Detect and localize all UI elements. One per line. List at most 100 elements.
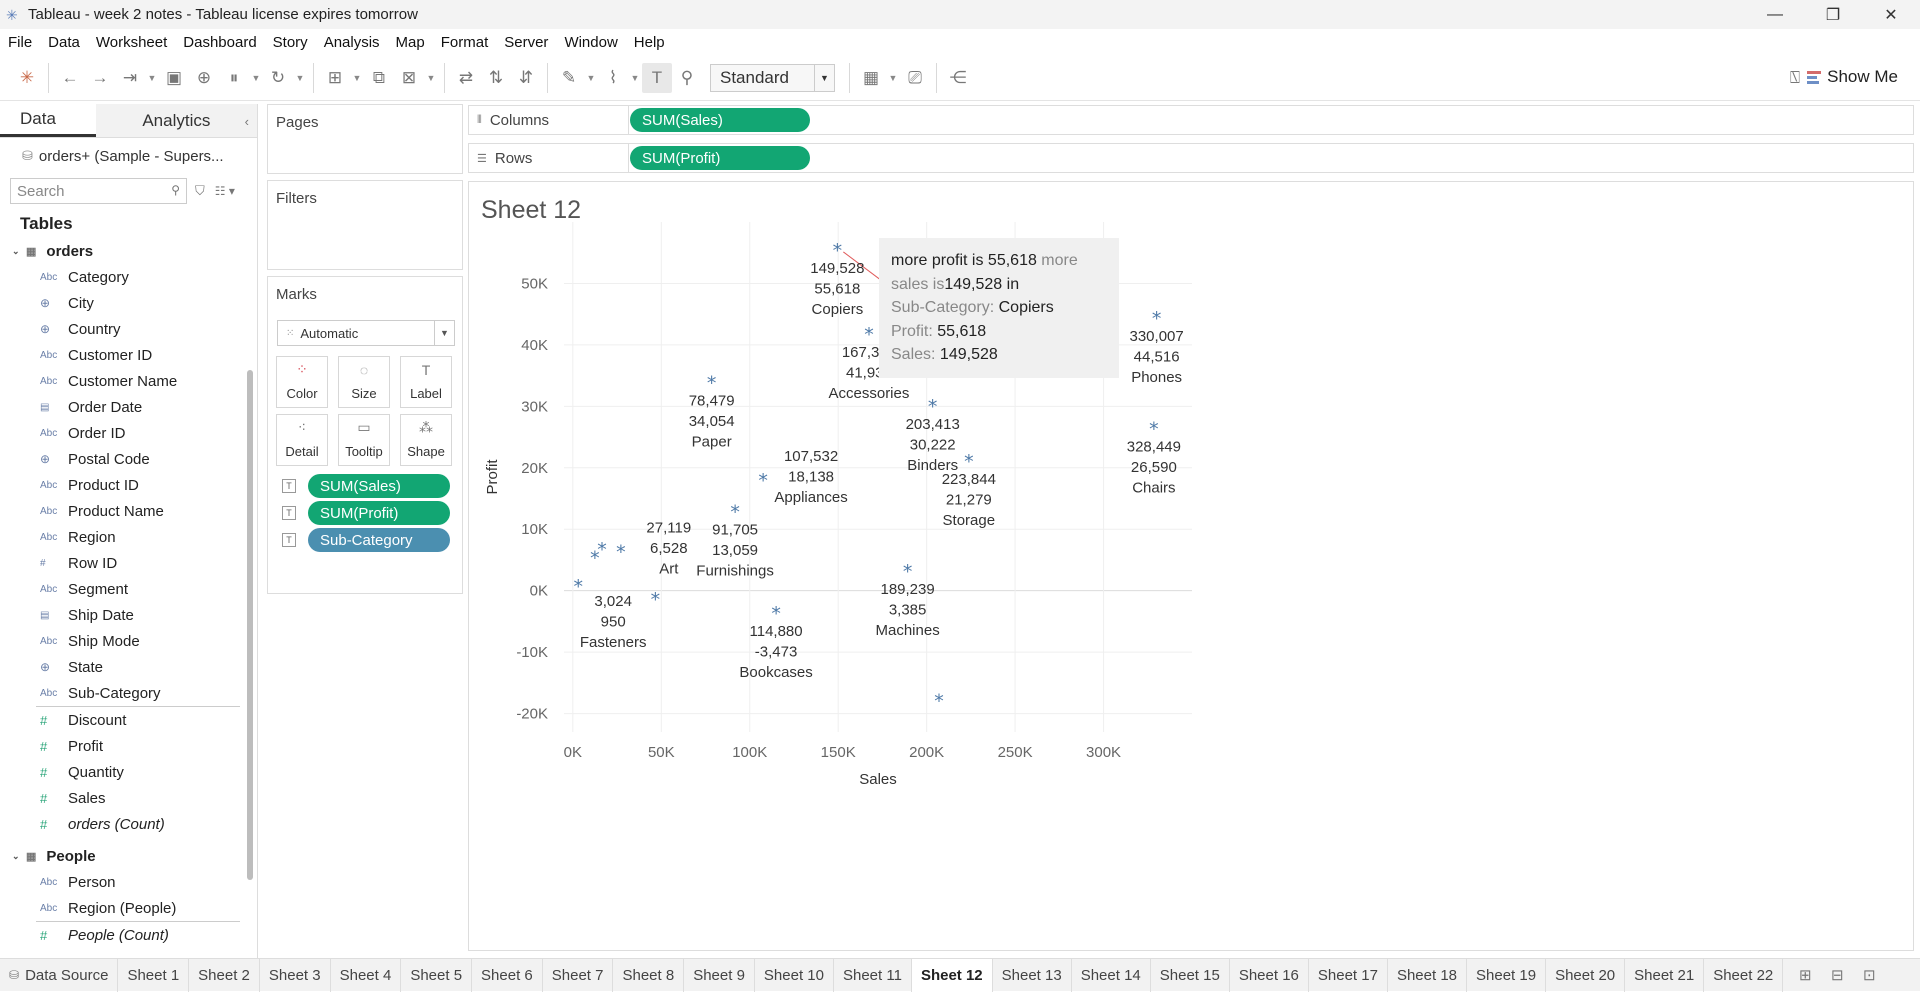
field-item[interactable]: # Quantity — [0, 759, 257, 785]
sheet-tab[interactable]: Sheet 11 — [834, 958, 912, 992]
share-icon[interactable]: ⋲ — [943, 63, 973, 93]
marks-pill-sub-category[interactable]: Sub-Category — [308, 528, 450, 552]
pause-updates-icon[interactable]: ⏸ — [219, 63, 249, 93]
replay-icon[interactable]: ⇥ — [115, 63, 145, 93]
data-source-item[interactable]: ⛁ orders+ (Sample - Supers... — [0, 138, 257, 174]
clear-sheet-icon[interactable]: ⊠ — [394, 63, 424, 93]
menu-story[interactable]: Story — [265, 34, 316, 51]
menu-server[interactable]: Server — [496, 34, 556, 51]
sheet-tab[interactable]: Sheet 6 — [472, 958, 543, 992]
sheet-tab[interactable]: Sheet 5 — [401, 958, 473, 992]
field-item[interactable]: Abc Sub-Category — [0, 680, 257, 706]
field-item[interactable]: Abc Region (People) — [0, 895, 257, 921]
show-cards-dropdown-icon[interactable]: ▼ — [886, 63, 900, 93]
field-item[interactable]: ⊕ State — [0, 654, 257, 680]
sheet-tab[interactable]: Sheet 10 — [755, 958, 834, 992]
field-item[interactable]: Abc Customer ID — [0, 342, 257, 368]
field-item[interactable]: # orders (Count) — [0, 811, 257, 837]
shape-button[interactable]: ⁂ Shape — [400, 414, 452, 466]
field-item[interactable]: Abc Category — [0, 264, 257, 290]
mark-type-select[interactable]: ⁙ Automatic ▼ — [277, 320, 455, 346]
sheet-tab[interactable]: Sheet 4 — [331, 958, 402, 992]
pause-dropdown-icon[interactable]: ▼ — [249, 63, 263, 93]
sheet-tab[interactable]: Sheet 16 — [1230, 958, 1309, 992]
menu-data[interactable]: Data — [40, 34, 88, 51]
sheet-tab[interactable]: Sheet 3 — [260, 958, 331, 992]
replay-dropdown-icon[interactable]: ▼ — [145, 63, 159, 93]
tab-data[interactable]: Data — [0, 104, 96, 137]
field-item[interactable]: Abc Product Name — [0, 498, 257, 524]
group-members-icon[interactable]: ⌇ — [598, 63, 628, 93]
tab-analytics[interactable]: Analytics — [95, 104, 257, 137]
columns-shelf[interactable]: ⦀ Columns SUM(Sales) — [468, 105, 1914, 135]
detail-button[interactable]: ⁖ Detail — [276, 414, 328, 466]
menu-analysis[interactable]: Analysis — [316, 34, 388, 51]
sheet-tab[interactable]: Sheet 14 — [1072, 958, 1151, 992]
field-item[interactable]: Abc Product ID — [0, 472, 257, 498]
new-worksheet-icon[interactable]: ⊞ — [1789, 966, 1821, 984]
field-item[interactable]: Abc Region — [0, 524, 257, 550]
sheet-tab[interactable]: Sheet 2 — [189, 958, 260, 992]
field-item[interactable]: Abc Person — [0, 869, 257, 895]
refresh-dropdown-icon[interactable]: ▼ — [293, 63, 307, 93]
sheet-tab[interactable]: Sheet 12 — [911, 958, 993, 992]
rows-shelf[interactable]: ☰ Rows SUM(Profit) — [468, 143, 1914, 173]
menu-help[interactable]: Help — [626, 34, 673, 51]
show-mark-labels-icon[interactable]: T — [642, 62, 672, 93]
filter-icon[interactable]: ⛉ — [195, 183, 205, 199]
sheet-tab[interactable]: Sheet 20 — [1546, 958, 1626, 992]
sheet-tab[interactable]: Sheet 9 — [684, 958, 755, 992]
search-input[interactable]: Search ⚲ — [10, 178, 187, 204]
marks-pill-sum-sales[interactable]: SUM(Sales) — [308, 474, 450, 498]
clear-dropdown-icon[interactable]: ▼ — [424, 63, 438, 93]
sheet-tab[interactable]: Sheet 21 — [1625, 958, 1705, 992]
field-item[interactable]: Abc Order ID — [0, 420, 257, 446]
field-item[interactable]: # People (Count) — [0, 922, 257, 948]
sheet-tab[interactable]: Sheet 22 — [1704, 958, 1784, 992]
field-item[interactable]: # Discount — [0, 707, 257, 733]
table-header[interactable]: ⌄ ▦ orders — [0, 238, 257, 264]
field-item[interactable]: Abc Ship Mode — [0, 628, 257, 654]
size-button[interactable]: ◌ Size — [338, 356, 390, 408]
rows-pill-sum-profit[interactable]: SUM(Profit) — [630, 146, 810, 170]
menu-window[interactable]: Window — [556, 34, 625, 51]
field-item[interactable]: ▤ Ship Date — [0, 602, 257, 628]
sheet-tab[interactable]: Sheet 13 — [993, 958, 1072, 992]
menu-dashboard[interactable]: Dashboard — [175, 34, 264, 51]
scatter-chart[interactable]: -20K -10K 0K 10K 20K 30K 40K 50K 0K 50K 100K 150K 20… — [469, 182, 1915, 952]
field-item[interactable]: ⊕ City — [0, 290, 257, 316]
undo-icon[interactable]: ← — [55, 63, 85, 93]
label-button[interactable]: T Label — [400, 356, 452, 408]
tooltip-button[interactable]: ▭ Tooltip — [338, 414, 390, 466]
table-header[interactable]: ⌄ ▦ People — [0, 843, 257, 869]
view-options-icon[interactable]: ☷ ▾ — [215, 184, 235, 198]
ask-data-icon[interactable]: ⍂ — [1780, 63, 1810, 93]
field-item[interactable]: # Profit — [0, 733, 257, 759]
sheet-tab[interactable]: Sheet 15 — [1151, 958, 1230, 992]
show-cards-icon[interactable]: ▦ — [856, 63, 886, 93]
marks-pill-sum-profit[interactable]: SUM(Profit) — [308, 501, 450, 525]
sheet-tab[interactable]: Sheet 8 — [613, 958, 685, 992]
field-item[interactable]: ▤ Order Date — [0, 394, 257, 420]
fix-axes-icon[interactable]: ⚲ — [672, 63, 702, 93]
duplicate-icon[interactable]: ⧉ — [364, 63, 394, 93]
pages-card[interactable]: Pages — [267, 104, 463, 174]
filters-card[interactable]: Filters — [267, 180, 463, 270]
fit-select[interactable]: Standard ▼ — [710, 63, 835, 92]
field-item[interactable]: # Row ID — [0, 550, 257, 576]
field-item[interactable]: Abc Segment — [0, 576, 257, 602]
field-item[interactable]: # Sales — [0, 785, 257, 811]
sheet-tab[interactable]: Sheet 1 — [118, 958, 190, 992]
group-dropdown-icon[interactable]: ▼ — [628, 63, 642, 93]
close-button[interactable]: ✕ — [1862, 0, 1920, 29]
field-item[interactable]: ⊕ Country — [0, 316, 257, 342]
presentation-mode-icon[interactable]: ⎚ — [900, 63, 930, 93]
restore-button[interactable]: ❐ — [1804, 0, 1862, 29]
color-button[interactable]: ⁘ Color — [276, 356, 328, 408]
redo-icon[interactable]: → — [85, 63, 115, 93]
highlight-dropdown-icon[interactable]: ▼ — [584, 63, 598, 93]
menu-file[interactable]: File — [0, 34, 40, 51]
new-data-source-icon[interactable]: ⊕ — [189, 63, 219, 93]
swap-rows-columns-icon[interactable]: ⇄ — [451, 63, 481, 93]
minimize-button[interactable]: — — [1746, 0, 1804, 29]
